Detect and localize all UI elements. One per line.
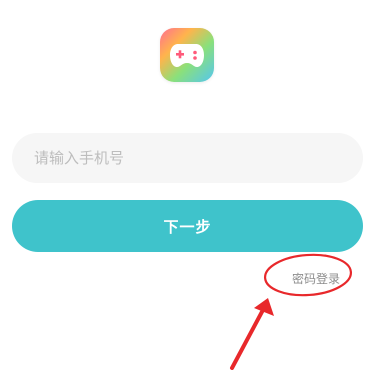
phone-number-input[interactable] (12, 133, 363, 183)
password-login-link[interactable]: 密码登录 (292, 270, 340, 287)
next-step-button[interactable]: 下一步 (12, 200, 363, 252)
gamepad-icon (170, 44, 204, 67)
annotation-arrow (230, 298, 274, 370)
login-screen: 下一步 密码登录 (0, 0, 375, 370)
app-logo (160, 28, 214, 82)
